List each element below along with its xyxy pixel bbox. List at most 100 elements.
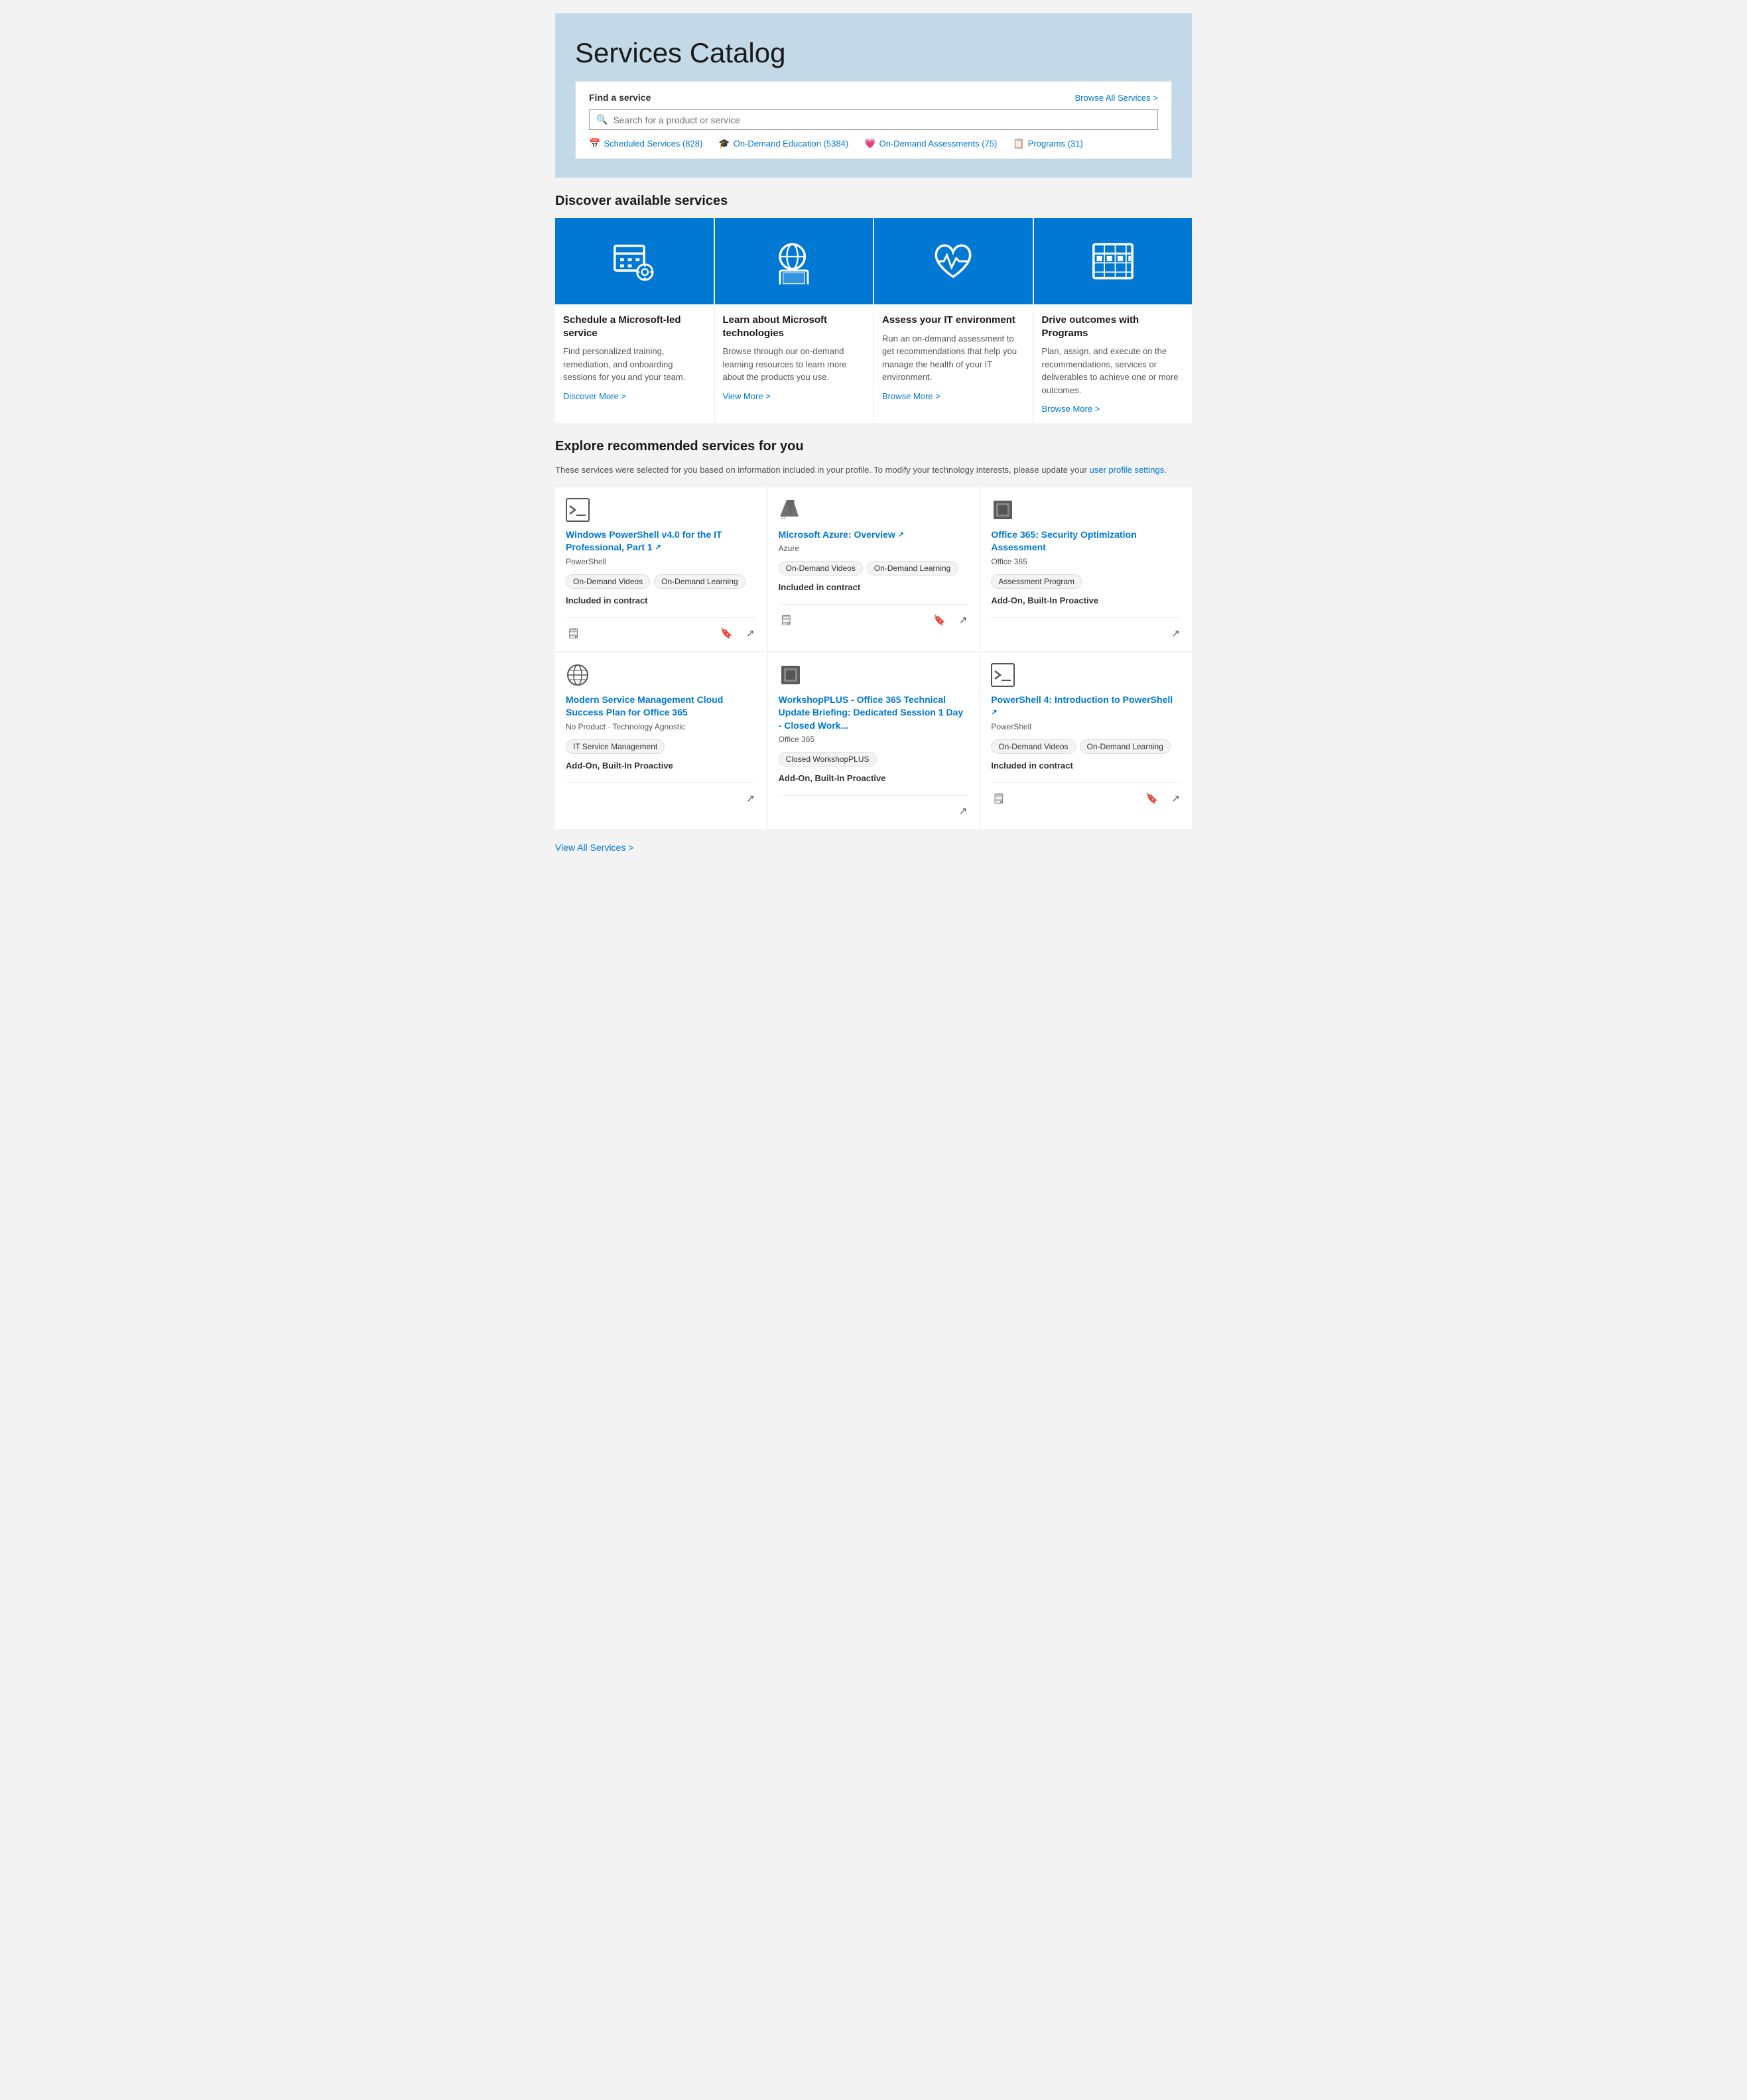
card-desc: Browse through our on-demand learning re… <box>723 345 866 384</box>
recommended-title: Explore recommended services for you <box>555 439 1192 454</box>
share-button[interactable]: ↗ <box>1170 626 1181 641</box>
bookmark-button[interactable]: 🔖 <box>932 613 947 627</box>
discover-card: Learn about Microsoft technologies Brows… <box>715 218 874 423</box>
rec-card-icon <box>991 663 1015 687</box>
card-title: Drive outcomes with Programs <box>1042 314 1185 340</box>
card-desc: Find personalized training, remediation,… <box>563 345 706 384</box>
rec-card-sub: PowerShell <box>991 722 1181 731</box>
card-desc: Run an on-demand assessment to get recom… <box>882 332 1025 384</box>
external-link-icon: ↗ <box>898 530 904 538</box>
rec-card-sub: Office 365 <box>991 557 1181 566</box>
rec-card: Windows PowerShell v4.0 for the IT Profe… <box>555 487 767 651</box>
svg-text:△: △ <box>781 514 786 520</box>
card-link[interactable]: Discover More > <box>563 391 626 401</box>
card-title: Assess your IT environment <box>882 314 1025 327</box>
recommended-cards-grid: Windows PowerShell v4.0 for the IT Profe… <box>555 487 1192 830</box>
discover-section: Discover available services Schedule a M… <box>555 194 1192 423</box>
discover-title: Discover available services <box>555 194 1192 209</box>
card-title: Learn about Microsoft technologies <box>723 314 866 340</box>
rec-tag: On-Demand Learning <box>867 561 958 576</box>
share-button[interactable]: ↗ <box>745 791 756 806</box>
rec-card: Modern Service Management Cloud Success … <box>555 652 767 830</box>
rec-card-title[interactable]: PowerShell 4: Introduction to PowerShell… <box>991 694 1181 719</box>
bookmark-button[interactable]: 🔖 <box>1145 791 1160 806</box>
filter-icon: 💗 <box>864 138 875 149</box>
filter-tag[interactable]: 💗On-Demand Assessments (75) <box>864 138 997 149</box>
rec-card-sub: Office 365 <box>779 735 969 744</box>
rec-tag: On-Demand Videos <box>779 561 863 576</box>
view-all-services-link[interactable]: View All Services > <box>555 842 633 853</box>
browse-all-services-link[interactable]: Browse All Services > <box>1075 93 1158 103</box>
add-to-cart-button[interactable]: 🗒 <box>566 626 581 641</box>
discover-card: Assess your IT environment Run an on-dem… <box>874 218 1033 423</box>
rec-actions: ↗ <box>566 788 756 806</box>
rec-actions: ↗ <box>991 623 1181 641</box>
filter-icon: 📋 <box>1013 138 1024 149</box>
rec-card-sub: Azure <box>779 544 969 553</box>
external-link-icon: ↗ <box>655 544 661 552</box>
share-button[interactable]: ↗ <box>958 804 969 818</box>
rec-card-title[interactable]: Windows PowerShell v4.0 for the IT Profe… <box>566 528 756 554</box>
rec-tag: On-Demand Learning <box>654 574 745 589</box>
page-title: Services Catalog <box>575 37 1172 69</box>
card-link[interactable]: Browse More > <box>882 391 940 401</box>
filter-tag[interactable]: 🎓On-Demand Education (5384) <box>718 138 848 149</box>
rec-actions: ↗ <box>779 801 969 818</box>
rec-card-icon: △ <box>779 498 803 522</box>
discover-card: Schedule a Microsoft-led service Find pe… <box>555 218 714 423</box>
filter-tags: 📅Scheduled Services (828) 🎓On-Demand Educ… <box>589 138 1158 149</box>
rec-card: Office 365: Security Optimization Assess… <box>980 487 1192 651</box>
user-profile-settings-link[interactable]: user profile settings. <box>1090 465 1167 475</box>
search-box: Find a service Browse All Services > 🔍 📅… <box>575 81 1172 159</box>
bookmark-button[interactable]: 🔖 <box>719 626 734 641</box>
rec-tag: On-Demand Learning <box>1080 739 1171 754</box>
rec-actions: 🗒 🔖 ↗ <box>779 610 969 627</box>
discover-card: Drive outcomes with Programs Plan, assig… <box>1034 218 1193 423</box>
rec-tag: Assessment Program <box>991 574 1082 589</box>
rec-card-title[interactable]: WorkshopPLUS - Office 365 Technical Upda… <box>779 694 969 733</box>
rec-tags: On-Demand Videos On-Demand Learning <box>779 561 969 576</box>
add-to-cart-button[interactable]: 🗒 <box>991 791 1006 806</box>
rec-pricing: Included in contract <box>991 761 1181 771</box>
rec-tags: Assessment Program <box>991 574 1181 589</box>
share-button[interactable]: ↗ <box>958 613 969 627</box>
filter-tag[interactable]: 📋Programs (31) <box>1013 138 1083 149</box>
rec-card-sub: No Product · Technology Agnostic <box>566 722 756 731</box>
card-title: Schedule a Microsoft-led service <box>563 314 706 340</box>
recommended-section: Explore recommended services for you The… <box>555 439 1192 829</box>
rec-card-icon <box>566 498 590 522</box>
rec-card-title[interactable]: Modern Service Management Cloud Success … <box>566 694 756 719</box>
card-desc: Plan, assign, and execute on the recomme… <box>1042 345 1185 397</box>
rec-card-title[interactable]: Microsoft Azure: Overview ↗ <box>779 528 969 542</box>
rec-card-sub: PowerShell <box>566 557 756 566</box>
card-image <box>874 218 1033 304</box>
filter-icon: 🎓 <box>718 138 730 149</box>
rec-tags: IT Service Management <box>566 739 756 754</box>
search-input[interactable] <box>613 115 1151 125</box>
rec-pricing: Add-On, Built-In Proactive <box>991 595 1181 605</box>
rec-pricing: Add-On, Built-In Proactive <box>779 773 969 783</box>
card-image <box>555 218 714 304</box>
share-button[interactable]: ↗ <box>745 626 756 641</box>
rec-card: △ Microsoft Azure: Overview ↗ Azure On-D… <box>768 487 980 651</box>
rec-card: PowerShell 4: Introduction to PowerShell… <box>980 652 1192 830</box>
search-input-wrapper: 🔍 <box>589 109 1158 130</box>
rec-tag: Closed WorkshopPLUS <box>779 752 877 767</box>
add-to-cart-button[interactable]: 🗒 <box>779 613 794 627</box>
rec-card-title[interactable]: Office 365: Security Optimization Assess… <box>991 528 1181 554</box>
rec-actions: 🗒 🔖 ↗ <box>566 623 756 641</box>
rec-card-icon <box>779 663 803 687</box>
rec-pricing: Add-On, Built-In Proactive <box>566 761 756 771</box>
card-link[interactable]: Browse More > <box>1042 404 1100 414</box>
rec-tag: On-Demand Videos <box>566 574 650 589</box>
rec-card: WorkshopPLUS - Office 365 Technical Upda… <box>768 652 980 830</box>
filter-tag[interactable]: 📅Scheduled Services (828) <box>589 138 702 149</box>
rec-card-icon <box>566 663 590 687</box>
search-icon: 🔍 <box>596 114 608 125</box>
rec-pricing: Included in contract <box>566 595 756 605</box>
card-link[interactable]: View More > <box>723 391 771 401</box>
recommended-subtitle: These services were selected for you bas… <box>555 463 1192 477</box>
search-label: Find a service <box>589 92 651 103</box>
share-button[interactable]: ↗ <box>1170 791 1181 806</box>
rec-tags: On-Demand VideosOn-Demand Learning <box>991 739 1181 754</box>
